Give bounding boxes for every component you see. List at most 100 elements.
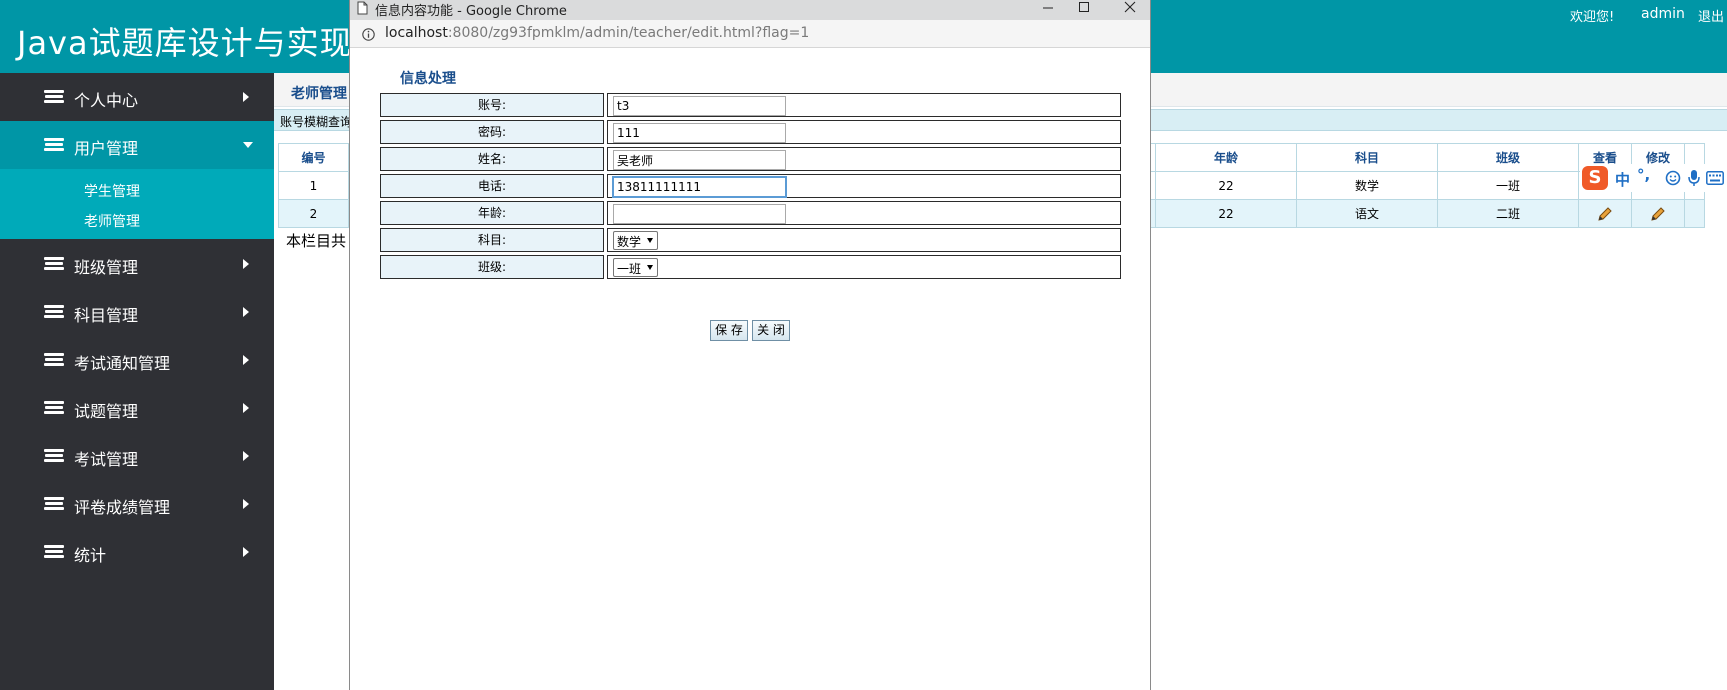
class-select[interactable]: 一班 [613,258,659,277]
search-label: 账号模糊查询 [280,115,353,129]
sidebar-item-subjects[interactable]: 科目管理 [0,288,274,336]
cell-subject: 数学 [1296,171,1438,200]
cell-age: 22 [1155,199,1297,228]
form-row-class: 班级: 一班 [380,255,1121,279]
field-label: 年龄: [380,201,604,225]
cell-view [1578,199,1632,228]
cell-age: 22 [1155,171,1297,200]
app-title: Java试题库设计与实现 [17,24,353,62]
stack-icon [44,138,64,152]
sidebar-item-classes[interactable]: 班级管理 [0,240,274,288]
field-cell [607,120,1121,144]
account-input[interactable] [613,96,786,116]
age-input[interactable] [613,204,786,224]
ime-language-toggle[interactable]: 中 [1615,169,1630,190]
sogou-logo-icon[interactable]: S [1582,166,1608,190]
ime-punctuation-toggle[interactable]: °, [1637,166,1650,184]
url-path: :8080/zg93fpmklm/admin/teacher/edit.html… [447,25,810,41]
sidebar-item-label: 统计 [74,546,107,565]
logout-link[interactable]: 退出 [1698,6,1724,25]
emoji-icon[interactable] [1665,170,1681,186]
stack-icon [44,90,64,104]
field-cell [607,201,1121,225]
sidebar-item-label: 个人中心 [74,91,139,110]
field-label: 密码: [380,120,604,144]
maximize-icon[interactable] [1066,0,1102,20]
window-titlebar: 信息内容功能 - Google Chrome [350,0,1150,20]
cell-edit [1631,199,1685,228]
submenu-item-students[interactable]: 学生管理 [84,181,140,201]
sidebar: 个人中心 用户管理 学生管理 老师管理 班级管理 科目管理 考试通知管理 试题管… [0,73,274,690]
chevron-right-icon [243,307,249,317]
save-button[interactable]: 保 存 [710,320,748,341]
subject-select[interactable]: 数学 [613,231,659,250]
url-host: localhost [385,25,448,41]
cell-class: 一班 [1437,171,1579,200]
form-row-password: 密码: [380,120,1121,144]
address-bar[interactable]: localhost:8080/zg93fpmklm/admin/teacher/… [350,20,1150,48]
name-input[interactable] [613,150,786,170]
field-label: 电话: [380,174,604,198]
footer-note: 本栏目共 [286,232,347,250]
chevron-right-icon [243,451,249,461]
view-pencil-icon[interactable] [1597,206,1613,222]
stack-icon [44,497,64,511]
column-header: 年龄 [1155,143,1297,172]
sidebar-item-label: 考试通知管理 [74,354,171,373]
field-cell [607,147,1121,171]
edit-pencil-icon[interactable] [1650,206,1666,222]
field-cell [607,93,1121,117]
chevron-right-icon [243,403,249,413]
form-row-name: 姓名: [380,147,1121,171]
password-input[interactable] [613,123,786,143]
window-title: 信息内容功能 - Google Chrome [375,4,567,19]
field-label: 姓名: [380,147,604,171]
sidebar-item-user-management[interactable]: 用户管理 [0,121,274,169]
field-label: 科目: [380,228,604,252]
sidebar-item-label: 班级管理 [74,258,139,277]
field-cell: 一班 [607,255,1121,279]
form-row-age: 年龄: [380,201,1121,225]
microphone-icon[interactable] [1687,169,1701,187]
column-header: 科目 [1296,143,1438,172]
sidebar-item-exams[interactable]: 考试管理 [0,432,274,480]
field-cell: 数学 [607,228,1121,252]
sidebar-item-exam-notices[interactable]: 考试通知管理 [0,336,274,384]
chevron-down-icon [243,142,253,148]
sidebar-item-profile[interactable]: 个人中心 [0,73,274,121]
cell-subject: 语文 [1296,199,1438,228]
minimize-icon[interactable] [1030,0,1066,20]
sidebar-item-questions[interactable]: 试题管理 [0,384,274,432]
phone-input[interactable] [612,176,787,198]
stack-icon [44,401,64,415]
field-cell [607,174,1121,198]
form-title: 信息处理 [400,71,456,87]
sidebar-item-label: 科目管理 [74,306,139,325]
chevron-right-icon [243,355,249,365]
cell-class: 二班 [1437,199,1579,228]
field-label: 账号: [380,93,604,117]
stack-icon [44,545,64,559]
keyboard-icon[interactable] [1706,171,1724,185]
stack-icon [44,353,64,367]
sidebar-item-grading[interactable]: 评卷成绩管理 [0,480,274,528]
cell-hidden [1684,199,1705,228]
form-row-subject: 科目: 数学 [380,228,1121,252]
sidebar-item-statistics[interactable]: 统计 [0,528,274,576]
submenu-item-teachers[interactable]: 老师管理 [84,211,140,231]
welcome-text: 欢迎您! [1570,10,1615,25]
stack-icon [44,257,64,271]
sidebar-item-label: 考试管理 [74,450,139,469]
form-row-account: 账号: [380,93,1121,117]
edit-popup-window: 信息内容功能 - Google Chrome localhost:8080/zg… [349,0,1151,690]
chevron-right-icon [243,259,249,269]
info-icon[interactable] [362,28,375,41]
close-button[interactable]: 关 闭 [752,320,790,341]
sidebar-item-label: 用户管理 [74,139,139,158]
column-header: 班级 [1437,143,1579,172]
stack-icon [44,305,64,319]
close-icon[interactable] [1112,0,1148,20]
page-icon [357,1,368,15]
field-label: 班级: [380,255,604,279]
cell-id: 2 [278,199,349,228]
